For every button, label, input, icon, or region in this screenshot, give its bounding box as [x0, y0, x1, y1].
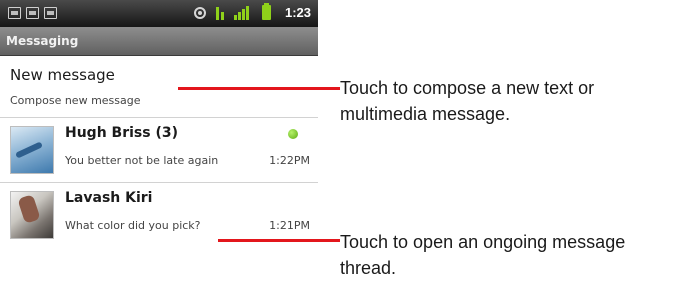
thread-item-lavash-kiri[interactable]: Lavash Kiri What color did you pick? 1:2… — [0, 183, 318, 246]
battery-icon — [262, 3, 271, 20]
data-icon — [216, 7, 226, 20]
clock: 1:23 — [285, 5, 312, 20]
thread-item-hugh-briss[interactable]: Hugh Briss (3) You better not be late ag… — [0, 118, 318, 182]
thread-contact-name: Hugh Briss (3) — [65, 125, 178, 141]
thread-snippet: What color did you pick? — [65, 219, 201, 232]
contact-avatar — [10, 191, 54, 239]
signal-icon — [234, 6, 250, 20]
callout-line — [218, 239, 340, 242]
thread-time: 1:21PM — [269, 219, 310, 232]
thread-snippet: You better not be late again — [65, 154, 219, 167]
new-message-title: New message — [10, 66, 115, 84]
unread-indicator-icon — [288, 129, 298, 139]
notification-icon — [44, 7, 57, 19]
status-bar: 1:23 — [0, 0, 318, 27]
gps-icon — [194, 7, 206, 19]
callout-line — [178, 87, 340, 90]
contact-avatar — [10, 126, 54, 174]
notification-icon — [26, 7, 39, 19]
notification-icon — [8, 7, 21, 19]
callout-compose-text: Touch to compose a new text or multimedi… — [340, 78, 595, 124]
app-title: Messaging — [6, 34, 79, 48]
thread-contact-name: Lavash Kiri — [65, 190, 153, 206]
app-title-bar: Messaging — [0, 27, 318, 56]
callout-thread-text: Touch to open an ongoing message thread. — [340, 232, 626, 278]
thread-time: 1:22PM — [269, 154, 310, 167]
new-message-subtitle: Compose new message — [10, 94, 141, 107]
phone-screen: 1:23 Messaging New message Compose new m… — [0, 0, 318, 246]
